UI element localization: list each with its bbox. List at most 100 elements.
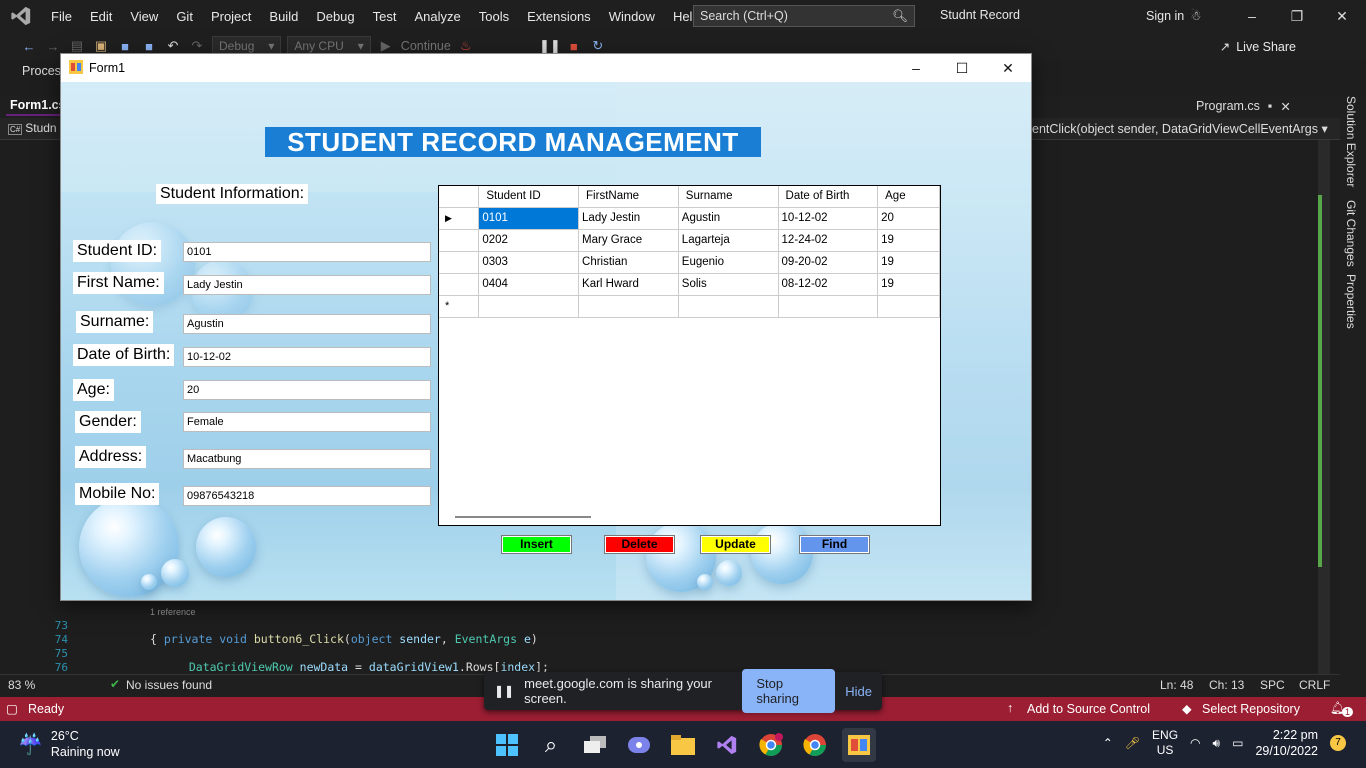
table-row[interactable]: 0202 Mary Grace Lagarteja 12-24-02 19 xyxy=(439,229,940,252)
student-data-grid[interactable]: Student ID FirstName Surname Date of Bir… xyxy=(438,185,941,526)
grid-cell[interactable]: 08-12-02 xyxy=(778,273,879,296)
task-view-icon[interactable] xyxy=(578,728,612,762)
vs-search-input[interactable]: Search (Ctrl+Q) 🔍︎ xyxy=(693,5,915,27)
issues-status[interactable]: No issues found xyxy=(126,678,212,692)
chrome-icon[interactable] xyxy=(798,728,832,762)
grid-cell[interactable]: 12-24-02 xyxy=(778,229,879,252)
grid-cell[interactable]: 0202 xyxy=(478,229,580,252)
grid-cell[interactable] xyxy=(478,295,580,318)
code-line[interactable]: private void button6_Click(object sender… xyxy=(150,618,538,646)
menu-file[interactable]: File xyxy=(42,9,81,24)
column-header[interactable]: Date of Birth xyxy=(778,186,879,208)
grid-cell[interactable]: Solis xyxy=(678,273,779,296)
column-header[interactable]: Surname xyxy=(678,186,779,208)
student-id-input[interactable] xyxy=(183,242,431,262)
microphone-icon[interactable]: 🎤︎ xyxy=(1125,736,1140,750)
add-to-source-control[interactable]: Add to Source Control xyxy=(1027,702,1150,716)
grid-cell[interactable]: Lagarteja xyxy=(678,229,779,252)
nav-project-dropdown[interactable]: C# Studn xyxy=(8,121,57,135)
grid-cell[interactable]: Eugenio xyxy=(678,251,779,274)
grid-cell[interactable]: 19 xyxy=(877,229,940,252)
form-minimize-icon[interactable]: – xyxy=(893,54,939,82)
new-row[interactable]: * xyxy=(439,295,940,318)
grid-cell[interactable]: Lady Jestin xyxy=(578,207,679,230)
column-header[interactable]: FirstName xyxy=(578,186,679,208)
table-row[interactable]: 0303 Christian Eugenio 09-20-02 19 xyxy=(439,251,940,274)
new-row-asterisk-icon[interactable]: * xyxy=(439,295,480,318)
grid-cell[interactable]: 19 xyxy=(877,251,940,274)
grid-cell[interactable] xyxy=(578,295,679,318)
grid-cell[interactable]: 20 xyxy=(877,207,940,230)
grid-cell[interactable]: 09-20-02 xyxy=(778,251,879,274)
table-row[interactable]: 0404 Karl Hward Solis 08-12-02 19 xyxy=(439,273,940,296)
menu-view[interactable]: View xyxy=(121,9,167,24)
weather-widget[interactable]: ☔ 26°C Raining now xyxy=(18,728,120,760)
insert-button[interactable]: Insert xyxy=(501,535,572,554)
grid-cell[interactable] xyxy=(778,295,879,318)
clock[interactable]: 2:22 pm 29/10/2022 xyxy=(1255,727,1318,759)
language-indicator[interactable]: ENG US xyxy=(1152,728,1178,758)
menu-build[interactable]: Build xyxy=(260,9,307,24)
row-header[interactable] xyxy=(439,273,480,296)
menu-analyze[interactable]: Analyze xyxy=(405,9,469,24)
row-header[interactable] xyxy=(439,251,480,274)
grid-cell[interactable]: 10-12-02 xyxy=(778,207,879,230)
whitespace-indicator[interactable]: SPC xyxy=(1260,678,1285,692)
live-share-button[interactable]: ↗ Live Share xyxy=(1220,39,1296,55)
grid-cell[interactable]: 0101 xyxy=(478,207,580,230)
wifi-icon[interactable]: ◠ xyxy=(1190,736,1200,750)
row-header-corner[interactable] xyxy=(439,186,480,208)
menu-debug[interactable]: Debug xyxy=(307,9,363,24)
select-repository[interactable]: Select Repository xyxy=(1202,702,1300,716)
current-row-arrow-icon[interactable]: ▶ xyxy=(439,207,480,230)
nav-member-dropdown[interactable]: entClick(object sender, DataGridViewCell… xyxy=(1032,121,1328,136)
first-name-input[interactable] xyxy=(183,275,431,295)
age-input[interactable] xyxy=(183,380,431,400)
column-header[interactable]: Student ID xyxy=(478,186,580,208)
table-row[interactable]: ▶ 0101 Lady Jestin Agustin 10-12-02 20 xyxy=(439,207,940,230)
menu-extensions[interactable]: Extensions xyxy=(518,9,600,24)
delete-button[interactable]: Delete xyxy=(604,535,675,554)
menu-window[interactable]: Window xyxy=(600,9,664,24)
form-app-icon[interactable] xyxy=(842,728,876,762)
menu-edit[interactable]: Edit xyxy=(81,9,121,24)
grid-cell[interactable]: 0303 xyxy=(478,251,580,274)
mobile-no-input[interactable] xyxy=(183,486,431,506)
back-icon[interactable]: ← xyxy=(20,37,38,55)
teams-chat-icon[interactable] xyxy=(622,728,656,762)
grid-cell[interactable]: 0404 xyxy=(478,273,580,296)
battery-icon[interactable]: ▭ xyxy=(1232,736,1243,750)
grid-cell[interactable] xyxy=(678,295,779,318)
vs-minimize-icon[interactable]: – xyxy=(1238,4,1266,28)
address-input[interactable] xyxy=(183,449,431,469)
grid-cell[interactable]: Agustin xyxy=(678,207,779,230)
zoom-level[interactable]: 83 % xyxy=(8,678,35,692)
visual-studio-icon[interactable] xyxy=(710,728,744,762)
surname-input[interactable] xyxy=(183,314,431,334)
form-maximize-icon[interactable]: ☐ xyxy=(939,54,985,82)
grid-cell[interactable] xyxy=(877,295,940,318)
find-button[interactable]: Find xyxy=(799,535,870,554)
row-header[interactable] xyxy=(439,229,480,252)
tab-program-cs[interactable]: Program.cs ▪ ✕ xyxy=(1196,99,1291,114)
form-close-icon[interactable]: ✕ xyxy=(985,54,1031,82)
sign-in-button[interactable]: Sign in ☃ xyxy=(1146,8,1201,24)
git-changes-tab[interactable]: Git Changes xyxy=(1344,200,1358,267)
chrome-profile-icon[interactable] xyxy=(754,728,788,762)
search-icon[interactable]: ⌕ xyxy=(534,728,568,762)
file-explorer-icon[interactable] xyxy=(666,728,700,762)
notification-badge[interactable]: 7 xyxy=(1330,735,1346,751)
grid-cell[interactable]: Karl Hward xyxy=(578,273,679,296)
continue-button[interactable]: Continue xyxy=(401,39,451,53)
volume-icon[interactable]: 🔊︎ xyxy=(1213,736,1221,751)
codelens-references[interactable]: 1 reference xyxy=(150,607,196,617)
menu-git[interactable]: Git xyxy=(167,9,202,24)
close-tab-icon[interactable]: ✕ xyxy=(1280,99,1290,114)
date-of-birth-input[interactable] xyxy=(183,347,431,367)
update-button[interactable]: Update xyxy=(700,535,771,554)
pin-icon[interactable]: ▪ xyxy=(1268,99,1272,114)
grid-cell[interactable]: Christian xyxy=(578,251,679,274)
vs-restore-icon[interactable]: ❐ xyxy=(1283,4,1311,28)
vs-close-icon[interactable]: ✕ xyxy=(1328,4,1356,28)
column-header[interactable]: Age xyxy=(877,186,940,208)
